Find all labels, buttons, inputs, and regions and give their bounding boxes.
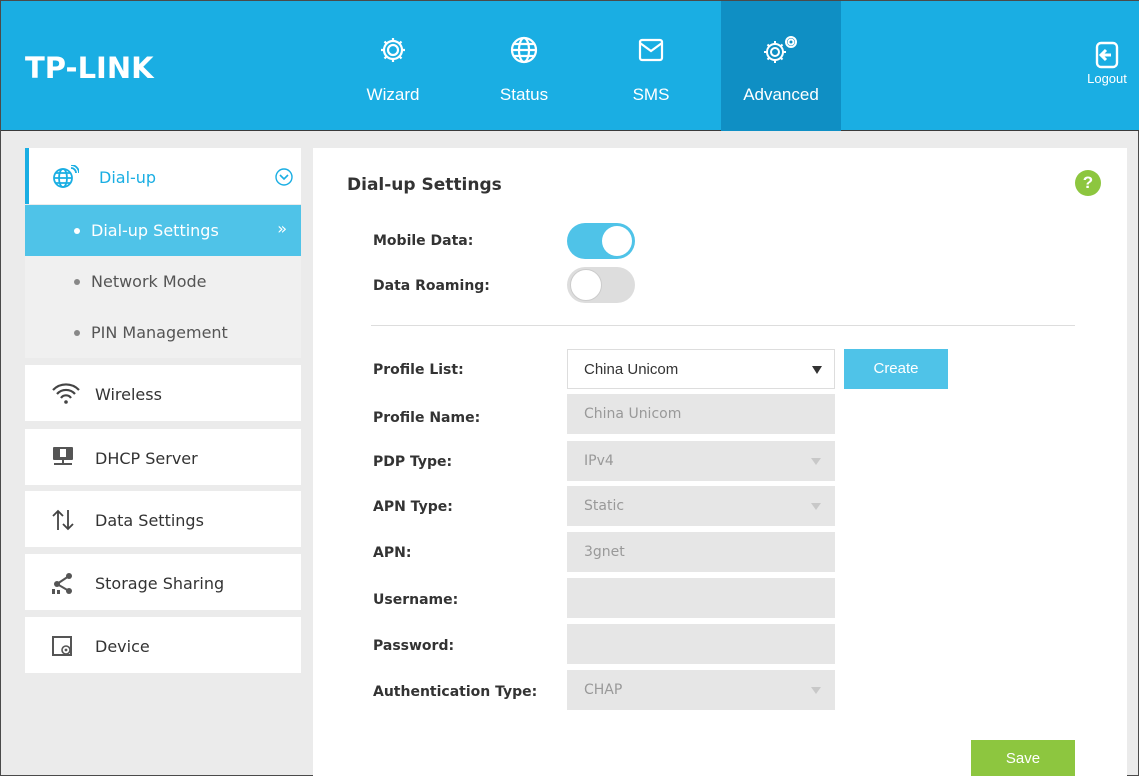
nav-wizard[interactable]: Wizard — [343, 1, 443, 131]
create-button[interactable]: Create — [844, 349, 948, 389]
nav-advanced[interactable]: Advanced — [721, 1, 841, 131]
envelope-icon — [636, 35, 666, 70]
toggle-knob — [602, 226, 632, 256]
authentication-type-select[interactable]: CHAP — [567, 670, 835, 710]
share-icon — [51, 571, 75, 599]
sidebar-group-wireless[interactable]: Wireless — [25, 365, 301, 421]
globe-signal-icon — [53, 164, 80, 193]
bullet — [74, 330, 80, 336]
device-settings-icon — [51, 634, 75, 662]
globe-icon — [509, 35, 539, 70]
sidebar-group-label: Wireless — [95, 385, 162, 404]
sidebar-item-label: PIN Management — [91, 323, 228, 342]
logout-icon — [1080, 41, 1134, 71]
sidebar-group-label: Data Settings — [95, 511, 204, 530]
nav-status[interactable]: Status — [474, 1, 574, 131]
caret-down-icon — [811, 687, 821, 694]
sidebar-group-device[interactable]: Device — [25, 617, 301, 673]
divider — [371, 325, 1075, 326]
toggle-knob — [570, 269, 602, 301]
sidebar-item-network-mode[interactable]: Network Mode — [25, 256, 301, 307]
username-field[interactable] — [567, 578, 835, 618]
dialup-submenu: Dial-up Settings » Network Mode PIN Mana… — [25, 205, 301, 358]
profile-name-label: Profile Name: — [373, 410, 481, 426]
profile-list-select[interactable]: China Unicom — [567, 349, 835, 389]
data-roaming-label: Data Roaming: — [373, 278, 490, 294]
authentication-type-label: Authentication Type: — [373, 684, 538, 700]
apn-type-select[interactable]: Static — [567, 486, 835, 526]
password-field[interactable] — [567, 624, 835, 664]
chevron-down-icon[interactable] — [275, 168, 293, 190]
apn-type-value: Static — [584, 498, 625, 514]
caret-down-icon — [812, 366, 822, 374]
nav-sms[interactable]: SMS — [601, 1, 701, 131]
gear-icon — [378, 35, 408, 70]
nav-label: Advanced — [743, 85, 819, 104]
sidebar-item-label: Network Mode — [91, 272, 207, 291]
sidebar-group-label: DHCP Server — [95, 449, 198, 468]
profile-name-value: China Unicom — [584, 406, 682, 422]
wifi-icon — [51, 382, 81, 408]
tp-link-logo: TP-LINK — [25, 51, 154, 85]
sidebar-group-data-settings[interactable]: Data Settings — [25, 491, 301, 547]
nav-label: Wizard — [366, 85, 420, 104]
mobile-data-toggle[interactable] — [567, 223, 635, 259]
logout-button[interactable]: Logout — [1080, 41, 1134, 86]
nav-label: SMS — [632, 85, 670, 104]
sidebar-group-label: Storage Sharing — [95, 574, 225, 593]
authentication-type-value: CHAP — [584, 682, 623, 698]
pdp-type-value: IPv4 — [584, 453, 614, 469]
mobile-data-label: Mobile Data: — [373, 233, 474, 249]
page-title: Dial-up Settings — [347, 175, 502, 195]
apn-value: 3gnet — [584, 544, 625, 560]
bullet — [74, 228, 80, 234]
profile-name-field[interactable]: China Unicom — [567, 394, 835, 434]
apn-field[interactable]: 3gnet — [567, 532, 835, 572]
sidebar-group-dialup[interactable]: Dial-up — [25, 148, 301, 204]
double-chevron-right-icon: » — [277, 219, 287, 238]
logout-label: Logout — [1087, 71, 1127, 86]
sidebar-group-label: Dial-up — [99, 168, 157, 187]
sidebar-item-dialup-settings[interactable]: Dial-up Settings » — [25, 205, 301, 256]
sidebar-item-label: Dial-up Settings — [91, 221, 219, 240]
data-roaming-toggle[interactable] — [567, 267, 635, 303]
sidebar-item-pin-management[interactable]: PIN Management — [25, 307, 301, 358]
apn-type-label: APN Type: — [373, 499, 453, 515]
network-icon — [51, 446, 75, 472]
caret-down-icon — [811, 503, 821, 510]
nav-label: Status — [499, 85, 549, 104]
save-button[interactable]: Save — [971, 740, 1075, 776]
username-label: Username: — [373, 592, 459, 608]
pdp-type-select[interactable]: IPv4 — [567, 441, 835, 481]
top-header: TP-LINK Wizard Status SMS Advanced Logou… — [1, 1, 1139, 131]
sidebar-group-label: Device — [95, 637, 150, 656]
gears-icon — [761, 35, 801, 70]
sidebar-group-dhcp[interactable]: DHCP Server — [25, 429, 301, 485]
sidebar-group-storage-sharing[interactable]: Storage Sharing — [25, 554, 301, 610]
help-button[interactable]: ? — [1075, 170, 1101, 196]
pdp-type-label: PDP Type: — [373, 454, 453, 470]
up-down-arrows-icon — [51, 508, 75, 536]
bullet — [74, 279, 80, 285]
profile-list-label: Profile List: — [373, 362, 464, 378]
profile-list-value: China Unicom — [584, 361, 679, 378]
dialup-settings-panel: Dial-up Settings ? Mobile Data: Data Roa… — [313, 148, 1127, 776]
apn-label: APN: — [373, 545, 412, 561]
password-label: Password: — [373, 638, 455, 654]
caret-down-icon — [811, 458, 821, 465]
